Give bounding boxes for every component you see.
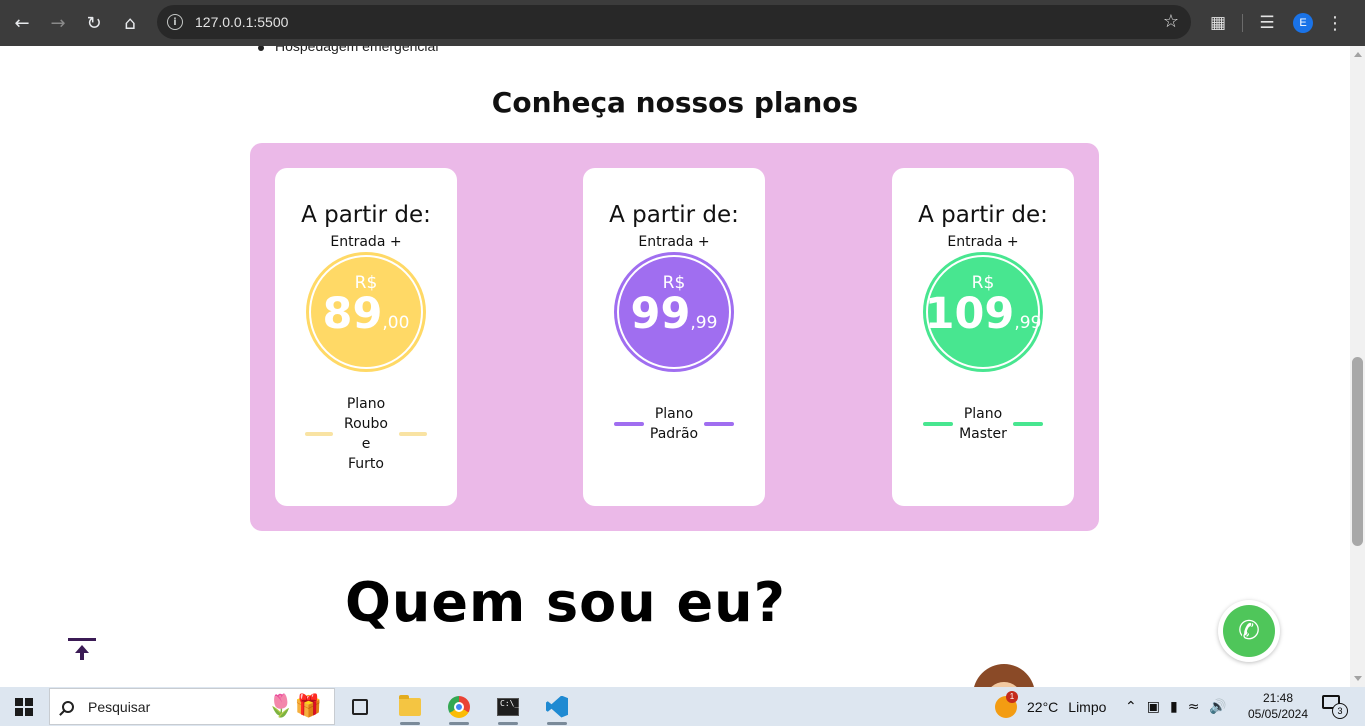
plan-name-row: Plano Padrão xyxy=(613,404,735,444)
chrome-button[interactable] xyxy=(437,687,481,726)
price-amount: 89,00 xyxy=(322,288,410,339)
plan-divider xyxy=(305,432,334,436)
site-info-icon[interactable]: i xyxy=(167,14,183,30)
entry-label: Entrada + xyxy=(947,234,1019,250)
search-highlight-icon: 🌷🎁 xyxy=(267,694,322,719)
from-label: A partir de: xyxy=(301,202,431,228)
folder-icon xyxy=(399,694,421,716)
plan-name-row: Plano Roubo e Furto xyxy=(305,394,427,474)
weather-badge: 1 xyxy=(1006,690,1018,703)
url-text: 127.0.0.1:5500 xyxy=(195,14,289,30)
plan-name: Plano Padrão xyxy=(649,406,699,442)
page-scrollbar[interactable] xyxy=(1350,46,1365,687)
taskbar-clock[interactable]: 21:48 05/05/2024 xyxy=(1245,690,1311,722)
entry-label: Entrada + xyxy=(330,234,402,250)
plan-divider xyxy=(613,422,644,426)
profile-illustration xyxy=(973,664,1035,687)
chevron-up-icon[interactable]: ⌃ xyxy=(1125,699,1137,715)
meet-now-icon[interactable]: ▣ xyxy=(1147,699,1160,715)
price-circle: R$ 99,99 xyxy=(614,252,734,372)
notification-count: 3 xyxy=(1332,703,1348,719)
weather-temperature: 22°C xyxy=(1027,698,1059,715)
battery-icon[interactable]: ▮ xyxy=(1170,699,1178,715)
bookmark-star-icon[interactable]: ☆ xyxy=(1163,11,1179,32)
windows-taskbar: Pesquisar 🌷🎁 C:\_ 1 22°C Limpo ⌃ ▣ ▮ ≈ 🔊… xyxy=(0,687,1365,726)
system-tray: ⌃ ▣ ▮ ≈ 🔊 xyxy=(1125,687,1227,726)
volume-icon[interactable]: 🔊 xyxy=(1209,699,1226,715)
plan-divider xyxy=(923,422,954,426)
address-bar[interactable]: i 127.0.0.1:5500 ☆ xyxy=(157,5,1191,39)
windows-icon xyxy=(15,697,33,716)
scroll-to-top-icon[interactable] xyxy=(66,636,98,662)
from-label: A partir de: xyxy=(918,202,1048,228)
plan-name-row: Plano Master xyxy=(922,404,1044,444)
scroll-down-arrow[interactable] xyxy=(1354,676,1362,681)
extensions-icon[interactable]: ▦ xyxy=(1200,5,1236,41)
task-view-icon xyxy=(352,698,368,715)
plan-divider xyxy=(704,422,735,426)
media-control-icon[interactable]: ☰ xyxy=(1249,5,1285,41)
task-view-button[interactable] xyxy=(338,687,382,726)
scrollbar-thumb[interactable] xyxy=(1352,357,1363,546)
price-cents: ,00 xyxy=(382,312,410,333)
plans-section-title: Conheça nossos planos xyxy=(491,86,859,119)
wifi-icon[interactable]: ≈ xyxy=(1188,699,1200,715)
plans-container: A partir de: Entrada + R$ 89,00 Plano Ro… xyxy=(250,143,1099,531)
currency-label: R$ xyxy=(662,272,686,293)
page-viewport: Hospedagem emergencial Conheça nossos pl… xyxy=(0,46,1350,687)
back-button[interactable]: ← xyxy=(4,5,40,41)
price-cents: ,99 xyxy=(690,312,718,333)
currency-label: R$ xyxy=(354,272,378,293)
file-explorer-button[interactable] xyxy=(388,687,432,726)
start-button[interactable] xyxy=(0,687,48,726)
plan-card-master[interactable]: A partir de: Entrada + R$ 109,99 Plano M… xyxy=(892,168,1074,506)
plan-name: Plano Roubo e Furto xyxy=(344,396,388,472)
price-cents: ,99 xyxy=(1014,312,1042,333)
home-button[interactable]: ⌂ xyxy=(112,5,148,41)
weather-condition: Limpo xyxy=(1068,698,1107,715)
price-circle: R$ 109,99 xyxy=(923,252,1043,372)
forward-button[interactable]: → xyxy=(40,5,76,41)
plan-card-roubo-furto[interactable]: A partir de: Entrada + R$ 89,00 Plano Ro… xyxy=(275,168,457,506)
whatsapp-icon: ✆ xyxy=(1223,605,1275,657)
toolbar-divider xyxy=(1242,14,1243,32)
weather-widget[interactable]: 1 22°C Limpo xyxy=(995,687,1106,726)
price-amount: 109,99 xyxy=(924,288,1042,339)
scroll-up-arrow[interactable] xyxy=(1354,52,1362,57)
vscode-button[interactable] xyxy=(535,687,579,726)
price-amount: 99,99 xyxy=(630,288,718,339)
currency-label: R$ xyxy=(971,272,995,293)
plan-name: Plano Master xyxy=(959,406,1007,442)
terminal-icon: C:\_ xyxy=(497,697,519,716)
clock-time: 21:48 xyxy=(1262,691,1294,705)
browser-toolbar: ← → ↻ ⌂ i 127.0.0.1:5500 ☆ ▦ ☰ E ⋮ xyxy=(0,0,1365,46)
plan-divider xyxy=(398,432,427,436)
vscode-icon xyxy=(546,695,568,718)
search-placeholder: Pesquisar xyxy=(88,698,151,715)
price-circle: R$ 89,00 xyxy=(306,252,426,372)
plan-divider xyxy=(1012,422,1043,426)
whatsapp-button[interactable]: ✆ xyxy=(1218,600,1280,662)
search-icon xyxy=(62,700,74,713)
plan-card-padrao[interactable]: A partir de: Entrada + R$ 99,99 Plano Pa… xyxy=(583,168,765,506)
reload-button[interactable]: ↻ xyxy=(76,5,112,41)
profile-avatar[interactable]: E xyxy=(1293,13,1313,33)
list-item: Hospedagem emergencial xyxy=(258,46,438,54)
notification-center-button[interactable]: 3 xyxy=(1322,695,1348,719)
entry-label: Entrada + xyxy=(638,234,710,250)
taskbar-search[interactable]: Pesquisar 🌷🎁 xyxy=(49,688,335,725)
chrome-icon xyxy=(448,695,470,718)
terminal-button[interactable]: C:\_ xyxy=(486,687,530,726)
browser-menu-icon[interactable]: ⋮ xyxy=(1321,13,1349,34)
clock-date: 05/05/2024 xyxy=(1247,707,1309,721)
about-title: Quem sou eu? xyxy=(345,571,786,634)
from-label: A partir de: xyxy=(609,202,739,228)
weather-sun-icon: 1 xyxy=(995,690,1018,718)
